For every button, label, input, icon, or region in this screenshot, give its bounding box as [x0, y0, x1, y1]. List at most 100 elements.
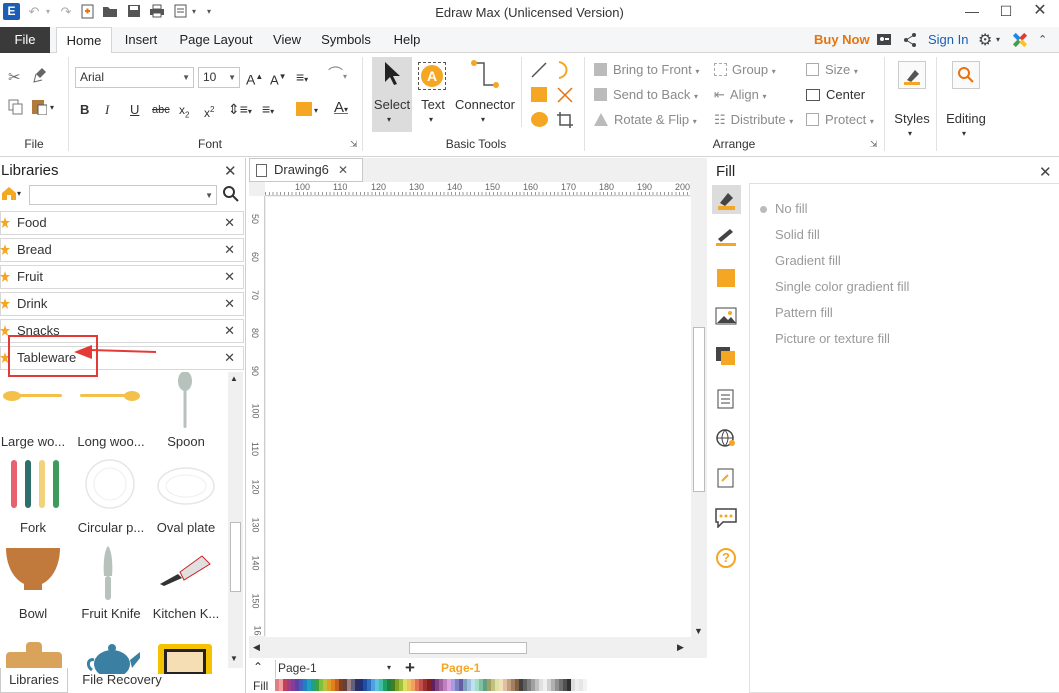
color-palette-strip[interactable]	[275, 679, 631, 691]
sign-in-link[interactable]: Sign In	[928, 32, 968, 47]
rectangle-tool-icon[interactable]	[531, 87, 547, 102]
page-select[interactable]: Page-1 ▾	[275, 660, 393, 678]
align-button[interactable]: ⇤ Align ▾	[714, 86, 766, 106]
bullet-list-icon[interactable]: ≡▾	[262, 100, 274, 121]
scroll-thumb[interactable]	[693, 327, 705, 492]
close-fill-panel-icon[interactable]: ✕	[1039, 163, 1052, 181]
select-tool-button[interactable]: Select ▾	[372, 57, 412, 132]
arrange-dialog-launcher-icon[interactable]: ⇲	[870, 139, 878, 150]
close-libraries-icon[interactable]: ✕	[224, 162, 237, 180]
tab-view[interactable]: View	[268, 27, 306, 53]
search-icon[interactable]	[222, 185, 240, 206]
library-item-bread[interactable]: Bread ✕	[0, 238, 244, 262]
page-nav-up-icon[interactable]: ⌃	[253, 660, 263, 674]
paste-dropdown-icon[interactable]: ▾	[50, 103, 54, 112]
cut-icon[interactable]: ✂	[8, 68, 21, 86]
collapse-ribbon-icon[interactable]: ⌃	[1038, 33, 1047, 46]
shape-kitchen-knife[interactable]: Kitchen K...	[152, 544, 227, 624]
help-icon[interactable]: ?	[716, 548, 736, 568]
drawing-page[interactable]	[266, 197, 691, 637]
fill-option-gradient[interactable]: Gradient fill	[760, 253, 841, 268]
distribute-button[interactable]: ☷ Distribute ▾	[714, 111, 793, 131]
comment-icon[interactable]	[715, 508, 737, 531]
library-home-dropdown-icon[interactable]: ▾	[17, 189, 21, 198]
tab-help[interactable]: Help	[388, 27, 426, 53]
subscript-button[interactable]: x2	[179, 101, 189, 124]
shape-spoon[interactable]: Spoon	[152, 372, 227, 452]
attachment-icon[interactable]	[717, 468, 735, 491]
canvas-horizontal-scrollbar[interactable]: ◀ ▶	[249, 640, 691, 656]
underline-button[interactable]: U	[130, 101, 139, 119]
bring-to-front-button[interactable]: Bring to Front ▾	[594, 61, 699, 81]
cross-tool-icon[interactable]	[556, 86, 574, 104]
shape-large-wooden-spoon[interactable]: Large wo...	[0, 372, 75, 452]
size-button[interactable]: Size ▾	[806, 61, 858, 81]
library-item-drink[interactable]: Drink ✕	[0, 292, 244, 316]
scroll-up-icon[interactable]: ▲	[230, 374, 238, 383]
text-direction-icon[interactable]: ⌒▾	[328, 66, 347, 86]
tab-insert[interactable]: Insert	[118, 27, 164, 53]
layer-icon[interactable]	[715, 346, 737, 369]
fill-option-no-fill[interactable]: No fill	[760, 201, 808, 216]
shrink-font-icon[interactable]: A▼	[270, 68, 287, 89]
superscript-button[interactable]: x2	[204, 101, 214, 122]
close-icon[interactable]: ✕	[224, 320, 235, 342]
line-spacing-icon[interactable]: ⇕≡▾	[228, 100, 252, 121]
center-button[interactable]: Center	[806, 86, 865, 104]
close-icon[interactable]: ✕	[338, 159, 348, 181]
grow-font-icon[interactable]: A▲	[246, 68, 263, 89]
document-tab[interactable]: Drawing6 ✕	[249, 158, 363, 182]
text-highlight-icon[interactable]	[296, 102, 312, 116]
shape-fork[interactable]: Fork	[0, 458, 75, 538]
font-color-icon[interactable]: A▾	[334, 99, 348, 119]
share-icon[interactable]	[903, 32, 917, 50]
settings-gear-icon[interactable]: ⚙	[978, 30, 992, 50]
image-icon[interactable]	[715, 307, 737, 328]
connector-tool-button[interactable]: Connector ▾	[452, 57, 518, 132]
library-item-fruit[interactable]: Fruit ✕	[0, 265, 244, 289]
bottom-tab-libraries[interactable]: Libraries	[0, 668, 68, 693]
text-tool-button[interactable]: A Text ▾	[414, 57, 452, 132]
shape-circular-plate[interactable]: Circular p...	[76, 458, 151, 538]
arc-tool-icon[interactable]	[556, 60, 572, 80]
protect-button[interactable]: Protect ▾	[806, 111, 874, 131]
copy-icon[interactable]	[8, 99, 24, 118]
fill-option-picture-texture[interactable]: Picture or texture fill	[760, 331, 890, 346]
font-dialog-launcher-icon[interactable]: ⇲	[350, 139, 358, 150]
add-page-icon[interactable]: +	[405, 658, 415, 678]
scroll-right-icon[interactable]: ▶	[677, 642, 684, 653]
line-style-icon[interactable]	[714, 225, 738, 250]
minimize-button[interactable]: —	[955, 0, 989, 24]
buy-now-link[interactable]: Buy Now	[814, 32, 870, 47]
library-scrollbar[interactable]: ▲ ▼	[228, 372, 243, 668]
close-button[interactable]: ✕	[1023, 0, 1057, 24]
crop-tool-icon[interactable]	[556, 111, 574, 129]
page-properties-icon[interactable]	[717, 389, 735, 412]
scroll-thumb[interactable]	[409, 642, 527, 654]
scroll-left-icon[interactable]: ◀	[253, 642, 260, 653]
line-tool-icon[interactable]	[530, 61, 548, 79]
close-icon[interactable]: ✕	[224, 239, 235, 261]
bold-button[interactable]: B	[80, 101, 89, 119]
scroll-down-icon[interactable]: ▼	[230, 654, 238, 663]
shape-bowl[interactable]: Bowl	[0, 544, 75, 624]
shape-oval-plate[interactable]: Oval plate	[152, 458, 227, 538]
tab-home[interactable]: Home	[56, 27, 112, 54]
settings-dropdown-icon[interactable]: ▾	[996, 35, 1000, 44]
strikethrough-button[interactable]: abc	[152, 101, 170, 119]
hyperlink-globe-icon[interactable]	[715, 428, 737, 451]
fill-option-single-color-gradient[interactable]: Single color gradient fill	[760, 279, 909, 294]
active-page-tab[interactable]: Page-1	[441, 661, 480, 675]
theme-icon[interactable]	[1012, 32, 1028, 51]
close-icon[interactable]: ✕	[224, 347, 235, 369]
rotate-flip-button[interactable]: Rotate & Flip ▾	[594, 111, 697, 131]
library-search-input[interactable]: ▼	[29, 185, 217, 205]
shape-fruit-knife[interactable]: Fruit Knife	[76, 544, 151, 624]
scroll-thumb[interactable]	[230, 522, 241, 592]
bottom-tab-file-recovery[interactable]: File Recovery	[72, 668, 172, 693]
close-icon[interactable]: ✕	[224, 293, 235, 315]
fill-tool-icon[interactable]	[712, 185, 741, 214]
italic-button[interactable]: I	[105, 101, 109, 119]
highlight-dropdown-icon[interactable]: ▾	[314, 102, 318, 120]
canvas-vertical-scrollbar[interactable]: ▼	[691, 182, 707, 640]
